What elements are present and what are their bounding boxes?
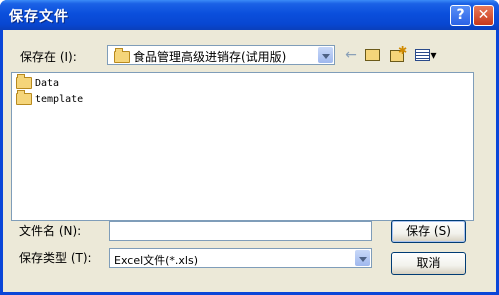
save-in-dropdown[interactable]: 食品管理高级进销存(试用版) (107, 45, 335, 65)
close-button[interactable]: ✕ (473, 5, 494, 26)
cancel-button[interactable]: 取消 (391, 252, 466, 275)
save-in-value: 食品管理高级进销存(试用版) (133, 50, 287, 64)
file-name-input[interactable] (109, 221, 372, 241)
list-item[interactable]: Data (16, 74, 60, 91)
folder-icon (16, 90, 32, 105)
file-name: Data (35, 78, 60, 89)
file-type-value: Excel文件(*.xls) (114, 254, 199, 267)
up-folder-icon[interactable] (363, 46, 381, 64)
file-type-dropdown[interactable]: Excel文件(*.xls) (109, 248, 372, 268)
chevron-down-icon[interactable] (355, 250, 370, 266)
file-type-label: 保存类型 (T): (19, 251, 92, 265)
save-file-dialog: 保存文件 ? ✕ 保存在 (I): 食品管理高级进销存(试用版) ← ✱ ▾ D… (0, 0, 499, 295)
save-button[interactable]: 保存 (S) (391, 220, 466, 243)
file-list[interactable]: Data template (11, 72, 474, 221)
chevron-down-icon[interactable] (318, 47, 333, 63)
help-button[interactable]: ? (450, 5, 471, 26)
view-menu-icon[interactable]: ▾ (413, 46, 439, 64)
dialog-title: 保存文件 (9, 9, 69, 25)
back-arrow-icon[interactable]: ← (343, 46, 359, 64)
file-name-label: 文件名 (N): (19, 224, 82, 238)
dialog-body: 保存在 (I): 食品管理高级进销存(试用版) ← ✱ ▾ Data templ… (3, 30, 496, 292)
save-in-label: 保存在 (I): (20, 50, 77, 64)
folder-icon (114, 48, 130, 63)
list-item[interactable]: template (16, 90, 84, 107)
new-folder-icon[interactable]: ✱ (387, 44, 407, 64)
title-bar[interactable]: 保存文件 ? ✕ (0, 0, 499, 30)
folder-icon (16, 74, 32, 89)
file-name: template (35, 94, 84, 105)
